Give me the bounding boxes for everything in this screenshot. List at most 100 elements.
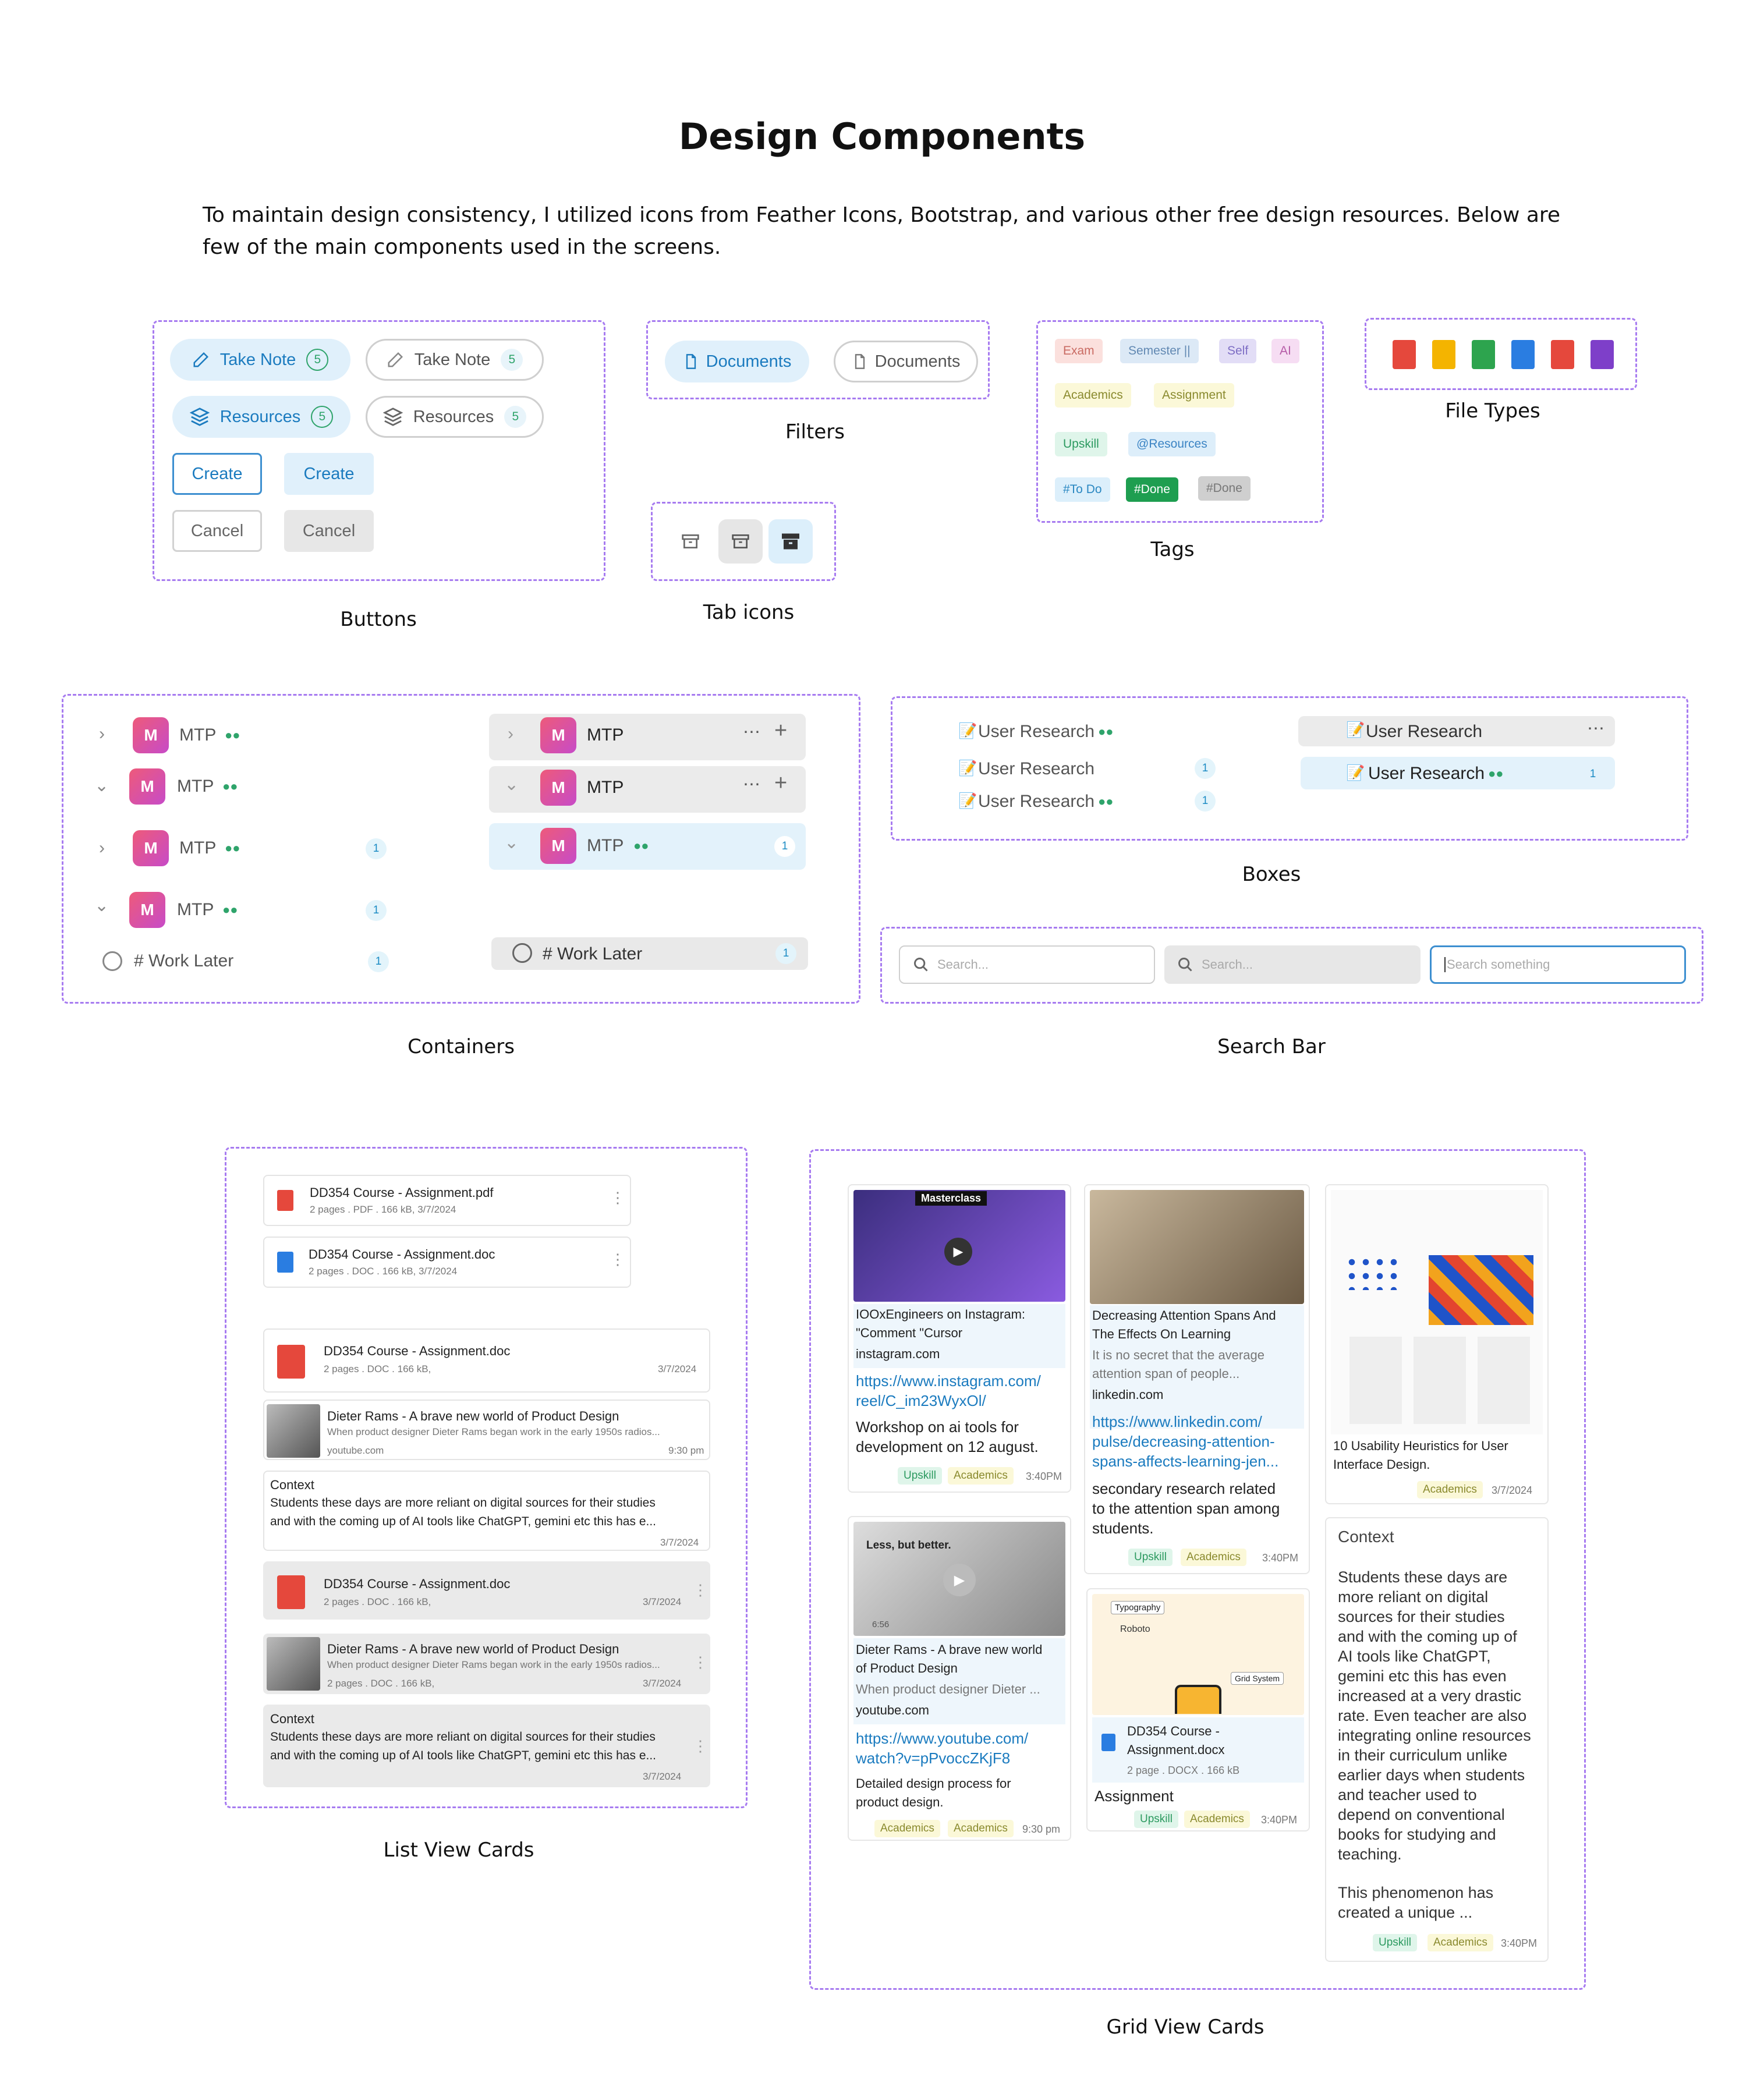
chevron-down-icon[interactable]: ⌄ [94,775,109,796]
card-link[interactable]: watch?v=pPvoccZKjF8 [856,1749,1010,1768]
tag-academics[interactable]: Academics [874,1820,940,1837]
grid-card-linkedin[interactable]: Decreasing Attention Spans And The Effec… [1084,1184,1310,1574]
archive-tab-hover[interactable] [718,519,763,564]
container-label[interactable]: MTP [179,725,216,745]
people-icon: ●● [222,902,238,917]
tag-upskill[interactable]: Upskill [898,1467,942,1485]
chevron-down-icon[interactable]: ⌄ [504,774,519,795]
more-icon[interactable]: ⋯ [743,722,760,742]
tag-upskill[interactable]: Upskill [1134,1811,1178,1828]
tag-todo[interactable]: #To Do [1055,477,1110,502]
tag-resources[interactable]: @Resources [1128,432,1216,456]
chevron-right-icon[interactable]: › [508,724,513,744]
list-card-file[interactable] [263,1237,631,1288]
play-icon[interactable]: ▶ [944,1238,972,1266]
card-link[interactable]: https://www.linkedin.com/ [1092,1412,1262,1432]
cancel-button-outline[interactable]: Cancel [172,510,262,552]
card-link[interactable]: https://www.youtube.com/ [856,1729,1028,1748]
tag-academics[interactable]: Academics [1417,1481,1483,1498]
plus-icon[interactable]: + [774,771,787,796]
chevron-down-icon[interactable]: ⌄ [504,832,519,853]
card-link[interactable]: spans-affects-learning-jen... [1092,1452,1278,1471]
resources-button-active[interactable]: Resources 5 [172,396,350,438]
chevron-down-icon[interactable]: ⌄ [94,895,109,916]
tag-academics[interactable]: Academics [1055,383,1131,408]
video-date: 3/7/2024 [643,1678,682,1689]
card-time: 3:40PM [1026,1471,1062,1482]
work-later-row[interactable] [491,937,808,970]
tag-upskill[interactable]: Upskill [1128,1549,1173,1566]
list-card-file-large[interactable] [263,1329,710,1393]
context-body: Students these days are more reliant on d… [1338,1567,1531,1864]
context-line: rate. Even teacher are also [1338,1707,1527,1724]
resources-button[interactable]: Resources 5 [366,396,544,438]
list-card-file[interactable] [263,1175,631,1226]
box-label[interactable]: User Research [978,792,1094,812]
context-text: and with the coming up of AI tools like … [270,1749,657,1762]
archive-tab-default[interactable] [668,519,713,564]
grid-card-youtube[interactable]: Less, but better. ▶ 6:56 Dieter Rams - A… [848,1516,1071,1841]
card-date: 3/7/2024 [1492,1485,1533,1496]
more-vertical-icon[interactable]: ⋮ [610,1189,625,1207]
create-button-filled[interactable]: Create [284,453,374,495]
chevron-right-icon[interactable]: › [99,838,105,858]
search-input-focused[interactable]: Search something [1430,945,1686,984]
search-placeholder: Search something [1444,957,1550,972]
box-label[interactable]: User Research [978,759,1094,779]
file-meta: 2 pages . DOC . 166 kB, [324,1596,431,1607]
memo-icon: 📝 [958,792,977,809]
card-link[interactable]: pulse/decreasing-attention- [1092,1432,1275,1451]
video-source: youtube.com [327,1445,384,1456]
archive-tab-active[interactable] [768,519,813,564]
cancel-button-filled[interactable]: Cancel [284,510,374,552]
tag-academics[interactable]: Academics [948,1820,1014,1837]
card-link[interactable]: reel/C_im23WyxOl/ [856,1391,986,1411]
create-button-outline[interactable]: Create [172,453,262,495]
documents-filter-active[interactable]: Documents [665,341,809,382]
grid-card-image[interactable]: 10 Usability Heuristics for User Interfa… [1325,1184,1549,1504]
more-icon[interactable]: ⋯ [743,774,760,795]
plus-icon[interactable]: + [774,718,787,743]
search-input-default[interactable]: Search... [899,945,1155,984]
tag-academics[interactable]: Academics [1181,1549,1246,1566]
tag-assignment[interactable]: Assignment [1154,383,1234,408]
tag-academics[interactable]: Academics [948,1467,1014,1485]
box-label[interactable]: User Research [978,722,1094,742]
tab-icons-caption: Tab icons [703,601,795,624]
box-label: User Research [1368,764,1485,783]
tag-semester[interactable]: Semester || [1120,339,1199,363]
take-note-button[interactable]: Take Note 5 [366,339,544,381]
container-label[interactable]: MTP [179,838,216,858]
tag-ai[interactable]: AI [1271,339,1299,363]
tag-done-active[interactable]: #Done [1126,477,1178,502]
search-input-hover[interactable]: Search... [1164,945,1421,984]
grid-card-context[interactable]: Context Students these days are more reli… [1325,1517,1549,1962]
resources-label: Resources [413,407,494,426]
grid-card-document[interactable]: Typography Roboto Grid System DD354 Cour… [1086,1588,1310,1831]
container-label[interactable]: MTP [177,777,214,796]
tag-upskill[interactable]: Upskill [1055,432,1107,456]
intro-text: To maintain design consistency, I utiliz… [203,203,1561,259]
more-vertical-icon[interactable]: ⋮ [610,1250,625,1269]
more-vertical-icon[interactable]: ⋮ [693,1737,708,1755]
page-title: Design Components [678,115,1086,158]
tag-upskill[interactable]: Upskill [1373,1934,1417,1951]
container-label[interactable]: MTP [177,900,214,920]
tag-self[interactable]: Self [1219,339,1257,363]
more-icon[interactable]: ⋯ [1587,718,1604,739]
chevron-right-icon[interactable]: › [99,724,105,744]
more-vertical-icon[interactable]: ⋮ [693,1581,708,1599]
tag-academics[interactable]: Academics [1184,1811,1250,1828]
count-badge: 1 [775,943,796,964]
take-note-button-active[interactable]: Take Note 5 [170,339,350,381]
play-icon[interactable]: ▶ [943,1564,976,1596]
documents-filter[interactable]: Documents [834,341,978,382]
grid-card-instagram[interactable]: Masterclass ▶ IOOxEngineers on Instagram… [848,1184,1071,1493]
list-card-context[interactable] [263,1471,710,1551]
work-later-label[interactable]: # Work Later [134,951,233,971]
tag-done-muted[interactable]: #Done [1198,476,1251,501]
more-vertical-icon[interactable]: ⋮ [693,1653,708,1671]
tag-academics[interactable]: Academics [1428,1934,1493,1951]
tag-exam[interactable]: Exam [1055,339,1103,363]
card-link[interactable]: https://www.instagram.com/ [856,1372,1041,1391]
